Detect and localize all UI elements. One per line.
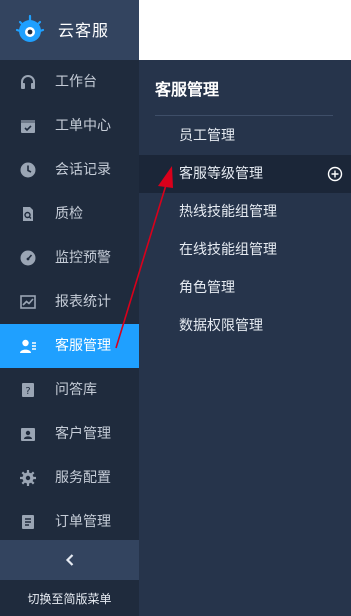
sidebar-item-label: 报表统计 [55, 294, 111, 310]
brand-header[interactable]: 云客服 [0, 0, 139, 60]
sidebar-item-reports[interactable]: 报表统计 [0, 280, 139, 324]
document-icon [23, 207, 33, 221]
sidebar-item-qa-library[interactable]: ? 问答库 [0, 368, 139, 412]
submenu-item-label: 数据权限管理 [179, 318, 263, 334]
submenu-item-online-skill-groups[interactable]: 在线技能组管理 [139, 231, 351, 269]
sidebar-item-label: 会话记录 [55, 162, 111, 178]
logo-icon [15, 14, 45, 42]
chart-icon [20, 295, 36, 309]
submenu-item-agent-levels[interactable]: 客服等级管理 [139, 155, 351, 193]
collapse-sidebar-button[interactable] [0, 540, 139, 580]
sidebar: 云客服 工作台 工单中心 会话记录 质检 监控预警 报表统计 客服管理 ? 问答… [0, 0, 139, 616]
submenu-divider [155, 115, 333, 116]
submenu-item-staff[interactable]: 员工管理 [139, 117, 351, 155]
contacts-icon [21, 428, 35, 441]
sidebar-item-label: 工单中心 [55, 118, 111, 134]
submenu-item-label: 员工管理 [179, 128, 235, 144]
sidebar-item-orders[interactable]: 订单管理 [0, 500, 139, 544]
sidebar-item-label: 服务配置 [55, 470, 111, 486]
sidebar-item-monitor[interactable]: 监控预警 [0, 236, 139, 280]
sidebar-item-label: 客服管理 [55, 338, 111, 354]
sidebar-item-label: 监控预警 [55, 250, 111, 266]
sidebar-nav: 工作台 工单中心 会话记录 质检 监控预警 报表统计 客服管理 ? 问答库 客户… [0, 60, 139, 544]
switch-simple-menu-button[interactable]: 切换至简版菜单 [0, 580, 139, 616]
chevron-left-icon [65, 554, 73, 566]
sidebar-item-sessions[interactable]: 会话记录 [0, 148, 139, 192]
submenu-panel: 客服管理 员工管理 客服等级管理 热线技能组管理 在线技能组管理 角色管理 数据… [139, 60, 351, 616]
sidebar-item-agent-management[interactable]: 客服管理 [0, 324, 139, 368]
submenu-item-label: 角色管理 [179, 280, 235, 296]
sidebar-item-tickets[interactable]: 工单中心 [0, 104, 139, 148]
submenu-item-hotline-skill-groups[interactable]: 热线技能组管理 [139, 193, 351, 231]
question-book-icon: ? [22, 383, 34, 397]
gear-icon [20, 470, 36, 486]
user-list-icon [20, 339, 36, 353]
submenu-item-roles[interactable]: 角色管理 [139, 269, 351, 307]
sidebar-item-label: 质检 [55, 206, 83, 222]
sidebar-item-label: 工作台 [55, 74, 97, 90]
app-name: 云客服 [58, 21, 110, 40]
sidebar-item-customers[interactable]: 客户管理 [0, 412, 139, 456]
sidebar-item-label: 客户管理 [55, 426, 111, 442]
submenu-item-data-permissions[interactable]: 数据权限管理 [139, 307, 351, 345]
sidebar-item-label: 订单管理 [55, 514, 111, 530]
headset-icon [21, 75, 35, 89]
submenu-item-label: 客服等级管理 [179, 166, 263, 182]
sidebar-item-label: 问答库 [55, 382, 97, 398]
sidebar-item-workbench[interactable]: 工作台 [0, 60, 139, 104]
sidebar-item-service-config[interactable]: 服务配置 [0, 456, 139, 500]
svg-text:?: ? [25, 386, 30, 397]
submenu-title: 客服管理 [155, 80, 220, 99]
calendar-icon [21, 120, 35, 133]
sidebar-item-quality[interactable]: 质检 [0, 192, 139, 236]
dashboard-icon [20, 250, 36, 266]
submenu-item-label: 热线技能组管理 [179, 204, 277, 220]
submenu-item-label: 在线技能组管理 [179, 242, 277, 258]
add-circle-icon[interactable] [327, 166, 343, 182]
clock-icon [20, 162, 36, 178]
order-list-icon [22, 515, 34, 529]
